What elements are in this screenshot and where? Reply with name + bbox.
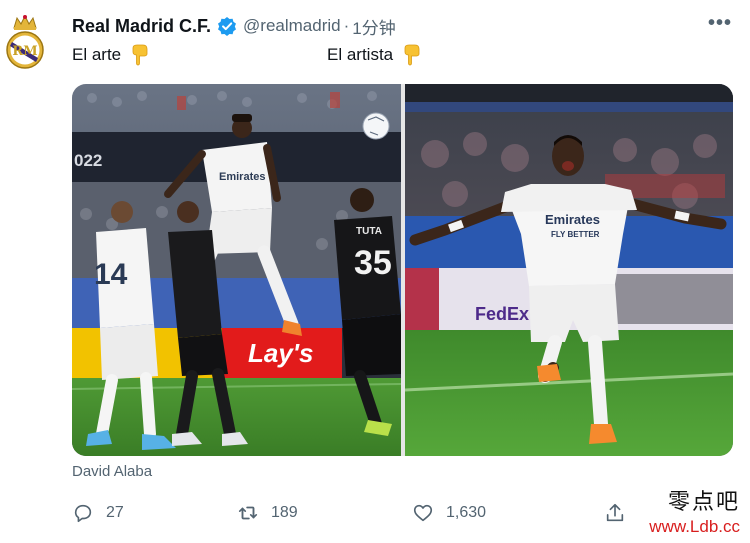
share-icon	[606, 503, 624, 522]
watermark-url: www.Ldb.cc	[649, 517, 740, 536]
jersey-35: 35	[354, 244, 392, 282]
site-watermark: 零点吧 www.Ldb.cc	[649, 490, 740, 536]
jersey-14: 14	[94, 258, 128, 291]
pointing-down-emoji-icon	[403, 44, 421, 66]
retweet-count: 189	[271, 504, 298, 521]
heart-icon	[413, 504, 433, 522]
photo-celebration[interactable]: FedEx Emirates FLY BETTER	[405, 84, 733, 456]
right-sponsor-text: Emirates	[545, 212, 600, 227]
reply-count: 27	[106, 504, 124, 521]
tweet-timestamp[interactable]: 1分钟	[352, 14, 395, 39]
caption-right: El artista	[327, 44, 421, 66]
svg-text:RM: RM	[12, 44, 37, 59]
like-count: 1,630	[446, 504, 487, 521]
reply-icon	[74, 504, 92, 523]
tweet-card: RM Real Madrid C.F. @realmadrid · 1分钟 ••…	[0, 0, 750, 543]
author-handle[interactable]: @realmadrid	[243, 16, 341, 36]
share-button[interactable]	[604, 498, 638, 528]
tweet-media: 022 Lay's Emirates 14 TUTA 35 FedEx Emir…	[72, 84, 733, 456]
photo-header-challenge[interactable]: 022 Lay's Emirates 14 TUTA 35	[72, 84, 401, 456]
verified-badge-icon	[217, 16, 237, 36]
real-madrid-crest-icon[interactable]: RM	[4, 14, 46, 70]
tweet-header: Real Madrid C.F. @realmadrid · 1分钟	[72, 14, 396, 38]
header-separator: ·	[343, 16, 350, 35]
svg-text:Lay's: Lay's	[248, 338, 313, 368]
left-sponsor-text: Emirates	[219, 171, 265, 183]
jersey-name-tuta: TUTA	[356, 226, 382, 237]
tweet-actions: 27 189 1,630	[72, 498, 732, 528]
like-button[interactable]: 1,630	[412, 498, 486, 528]
author-display-name[interactable]: Real Madrid C.F.	[72, 16, 211, 37]
caption-right-text: El artista	[327, 45, 394, 64]
pointing-down-emoji-icon	[131, 44, 149, 66]
caption-left-text: El arte	[72, 45, 122, 64]
reply-button[interactable]: 27	[72, 498, 124, 528]
retweet-button[interactable]: 189	[237, 498, 298, 528]
media-caption[interactable]: David Alaba	[72, 463, 152, 480]
watermark-chinese: 零点吧	[667, 490, 740, 515]
fedex-board-text: FedEx	[475, 304, 529, 324]
more-options-icon[interactable]: •••	[708, 13, 732, 33]
svg-text:FLY BETTER: FLY BETTER	[551, 230, 600, 239]
stand-board-text: 022	[74, 151, 102, 170]
retweet-icon	[238, 506, 258, 520]
caption-left: El arte	[72, 44, 149, 66]
